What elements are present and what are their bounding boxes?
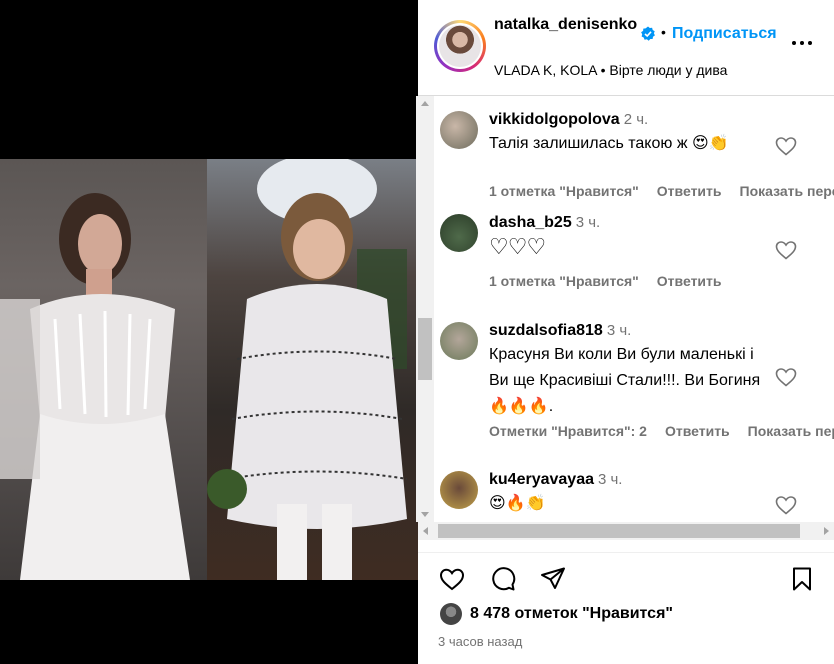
photo-child-illustration (207, 159, 408, 580)
commenter-avatar[interactable] (440, 111, 478, 149)
comment-like-heart-icon[interactable] (774, 134, 798, 158)
comments-list[interactable]: vikkidolgopolova 2 ч. Талія залишилась та… (418, 97, 834, 517)
comment-meta: 1 отметка "Нравится" Ответить Показать пер… (489, 183, 834, 199)
comment-header: ku4eryavayaa 3 ч. (489, 471, 622, 489)
comment-text: Талія залишилась такою ж 😍👏 (489, 135, 729, 152)
comment-likes-count[interactable]: 1 отметка "Нравится" (489, 273, 639, 289)
comments-vertical-scrollbar[interactable] (416, 96, 434, 522)
scroll-down-arrow-icon[interactable] (421, 512, 429, 517)
comment-header: dasha_b25 3 ч. (489, 214, 600, 232)
comment-time: 2 ч. (623, 111, 649, 128)
share-icon[interactable] (539, 565, 567, 593)
comment-like-heart-icon[interactable] (774, 238, 798, 262)
author-username[interactable]: natalka_denisenko (494, 15, 640, 35)
post-header: natalka_denisenko • Подписаться VLADA K,… (418, 0, 834, 96)
commenter-avatar[interactable] (440, 214, 478, 252)
comment-like-heart-icon[interactable] (774, 493, 798, 517)
comment-time: 3 ч. (606, 322, 632, 339)
post-audio-and-caption[interactable]: VLADA K, KOLA • Вірте люди у дива (494, 62, 727, 78)
comment-text: Красуня Ви коли Ви були маленькі і Ви ще… (489, 346, 761, 415)
comment-like-heart-icon[interactable] (774, 365, 798, 389)
follow-button[interactable]: Подписаться (672, 25, 777, 43)
liker-avatar (440, 603, 462, 625)
bookmark-icon[interactable] (788, 565, 816, 593)
post-details-panel: natalka_denisenko • Подписаться VLADA K,… (418, 0, 834, 664)
post-actions: 8 478 отметок "Нравится" 3 часов назад (418, 552, 834, 664)
scroll-up-arrow-icon[interactable] (421, 101, 429, 106)
comment-likes-count[interactable]: Отметки "Нравится": 2 (489, 423, 647, 439)
comment-likes-count[interactable]: 1 отметка "Нравится" (489, 183, 639, 199)
more-options-icon[interactable] (792, 38, 814, 48)
show-translation-button[interactable]: Показать перевод (740, 183, 834, 199)
comment-meta: 1 отметка "Нравится" Ответить (489, 273, 740, 289)
comment-time: 3 ч. (575, 214, 601, 231)
verified-badge-icon (641, 26, 655, 41)
commenter-username[interactable]: dasha_b25 (489, 214, 572, 231)
show-translation-button[interactable]: Показать перевод (748, 423, 834, 439)
commenter-username[interactable]: vikkidolgopolova (489, 111, 620, 128)
post-photo-adult (0, 159, 207, 580)
header-dot-separator: • (661, 24, 666, 40)
commenter-avatar[interactable] (440, 471, 478, 509)
commenter-avatar[interactable] (440, 322, 478, 360)
comment-meta: Отметки "Нравится": 2 Ответить Показать пе… (489, 423, 834, 439)
likes-count[interactable]: 8 478 отметок "Нравится" (470, 605, 673, 623)
post-photo-child (207, 159, 418, 580)
reply-button[interactable]: Ответить (657, 183, 722, 199)
reply-button[interactable]: Ответить (657, 273, 722, 289)
comments-horizontal-scrollbar[interactable] (418, 522, 834, 540)
scroll-left-arrow-icon[interactable] (423, 527, 428, 535)
comment-time: 3 ч. (597, 471, 623, 488)
comment-icon[interactable] (489, 565, 517, 593)
commenter-username[interactable]: suzdalsofia818 (489, 322, 603, 339)
reply-button[interactable]: Ответить (665, 423, 730, 439)
post-media[interactable] (0, 0, 418, 664)
comment-header: vikkidolgopolova 2 ч. (489, 111, 648, 129)
comment-text: ♡♡♡ (489, 234, 546, 259)
scrollbar-thumb[interactable] (418, 318, 432, 380)
photo-adult-illustration (0, 193, 190, 580)
scrollbar-thumb[interactable] (438, 524, 800, 538)
heart-icon[interactable] (438, 565, 466, 593)
comment-text: 😍🔥👏 (489, 495, 546, 512)
comment-header: suzdalsofia818 3 ч. (489, 322, 631, 340)
scroll-right-arrow-icon[interactable] (824, 527, 829, 535)
commenter-username[interactable]: ku4eryavayaa (489, 471, 594, 488)
author-avatar[interactable] (434, 20, 486, 72)
post-time[interactable]: 3 часов назад (438, 634, 522, 649)
